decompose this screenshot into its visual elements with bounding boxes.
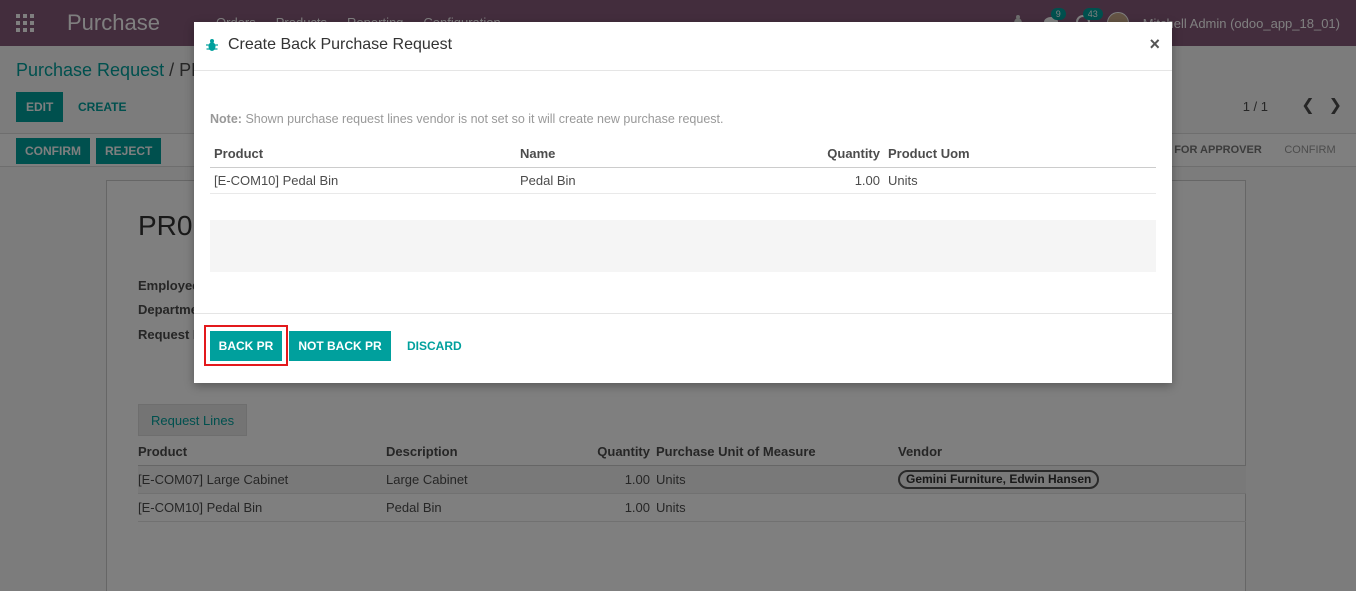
not-back-pr-button[interactable]: NOT BACK PR	[289, 331, 391, 361]
column-header: Quantity	[827, 146, 880, 161]
note-label: Note:	[210, 112, 242, 126]
back-pr-button[interactable]: BACK PR	[210, 331, 282, 361]
modal-lines-table: Product Name Quantity Product Uom [E-COM…	[210, 140, 1156, 272]
empty-row	[210, 220, 1156, 246]
close-icon[interactable]: ×	[1149, 34, 1160, 55]
modal-footer: BACK PR NOT BACK PR DISCARD	[194, 313, 1172, 383]
column-header: Product	[214, 146, 264, 161]
bug-icon	[206, 38, 218, 52]
cell-product: [E-COM10] Pedal Bin	[214, 173, 339, 188]
discard-button[interactable]: DISCARD	[401, 331, 468, 361]
create-back-pr-dialog: Create Back Purchase Request × Note: Sho…	[194, 22, 1172, 383]
empty-row	[210, 194, 1156, 220]
cell-uom: Units	[888, 173, 918, 188]
empty-row	[210, 246, 1156, 272]
column-header: Product Uom	[888, 146, 970, 161]
modal-title: Create Back Purchase Request	[228, 36, 453, 53]
cell-quantity: 1.00	[854, 173, 880, 188]
modal-header: Create Back Purchase Request ×	[194, 22, 1172, 71]
column-header: Name	[520, 146, 556, 161]
note-body: Shown purchase request lines vendor is n…	[245, 112, 724, 126]
table-row[interactable]: [E-COM10] Pedal Bin Pedal Bin 1.00 Units	[210, 168, 1156, 194]
cell-name: Pedal Bin	[520, 173, 576, 188]
table-header: Product Name Quantity Product Uom	[210, 140, 1156, 168]
note-text: Note: Shown purchase request lines vendo…	[210, 112, 723, 126]
